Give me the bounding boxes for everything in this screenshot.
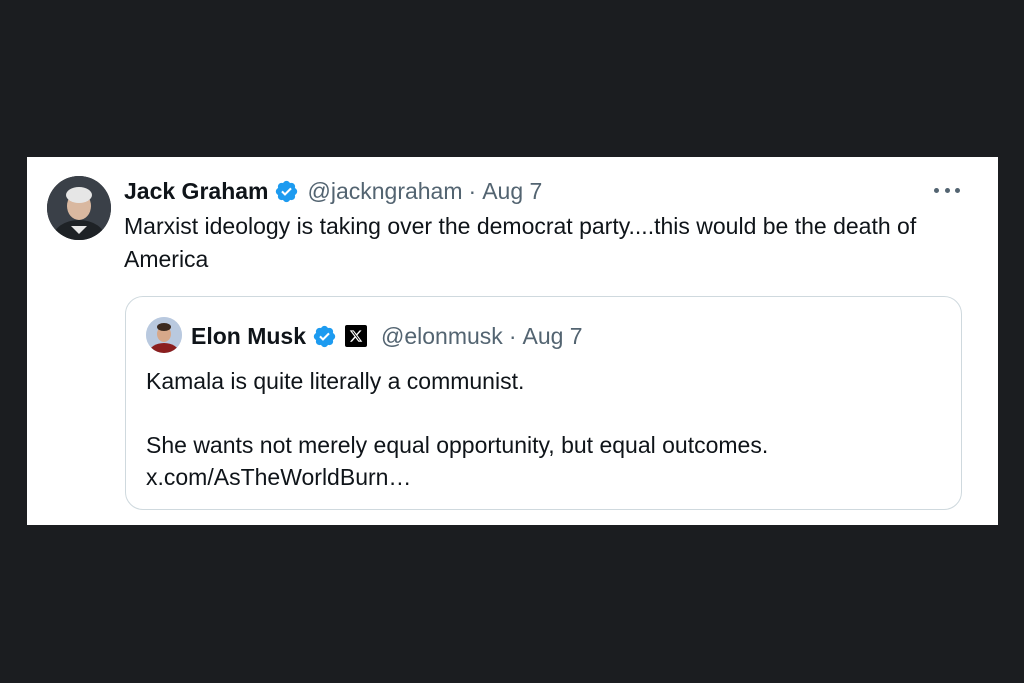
- quoted-tweet-line-2: She wants not merely equal opportunity, …: [146, 432, 769, 458]
- author-avatar[interactable]: [47, 176, 111, 240]
- quoted-author-handle[interactable]: @elonmusk: [381, 323, 503, 350]
- more-options-icon[interactable]: [934, 178, 960, 202]
- quoted-tweet[interactable]: Elon Musk @elonmusk · Aug 7 Kamala is qu…: [125, 296, 962, 510]
- quoted-tweet-date[interactable]: Aug 7: [522, 323, 582, 350]
- separator-dot: ·: [468, 177, 477, 204]
- verified-badge-icon: [313, 325, 336, 347]
- tweet-text: Marxist ideology is taking over the demo…: [124, 213, 917, 272]
- quoted-author-avatar-image: [146, 317, 182, 353]
- tweet-card[interactable]: Jack Graham @jackngraham · Aug 7 Marxist…: [27, 157, 998, 525]
- tweet-date[interactable]: Aug 7: [482, 178, 542, 205]
- quoted-tweet-header: Elon Musk @elonmusk · Aug 7: [191, 320, 583, 352]
- quoted-author-name[interactable]: Elon Musk: [191, 323, 306, 350]
- author-name[interactable]: Jack Graham: [124, 178, 268, 205]
- quoted-tweet-link[interactable]: x.com/AsTheWorldBurn…: [146, 461, 926, 493]
- quoted-author-avatar[interactable]: [146, 317, 182, 353]
- quoted-tweet-line-1: Kamala is quite literally a communist.: [146, 368, 525, 394]
- verified-badge-icon: [276, 180, 298, 202]
- x-logo-icon[interactable]: [345, 325, 368, 347]
- separator-dot: ·: [508, 322, 517, 349]
- author-handle[interactable]: @jackngraham: [307, 178, 462, 205]
- author-avatar-image: [47, 176, 111, 240]
- tweet-header: Jack Graham @jackngraham · Aug 7: [124, 176, 542, 206]
- quoted-tweet-text: Kamala is quite literally a communist. S…: [146, 365, 926, 493]
